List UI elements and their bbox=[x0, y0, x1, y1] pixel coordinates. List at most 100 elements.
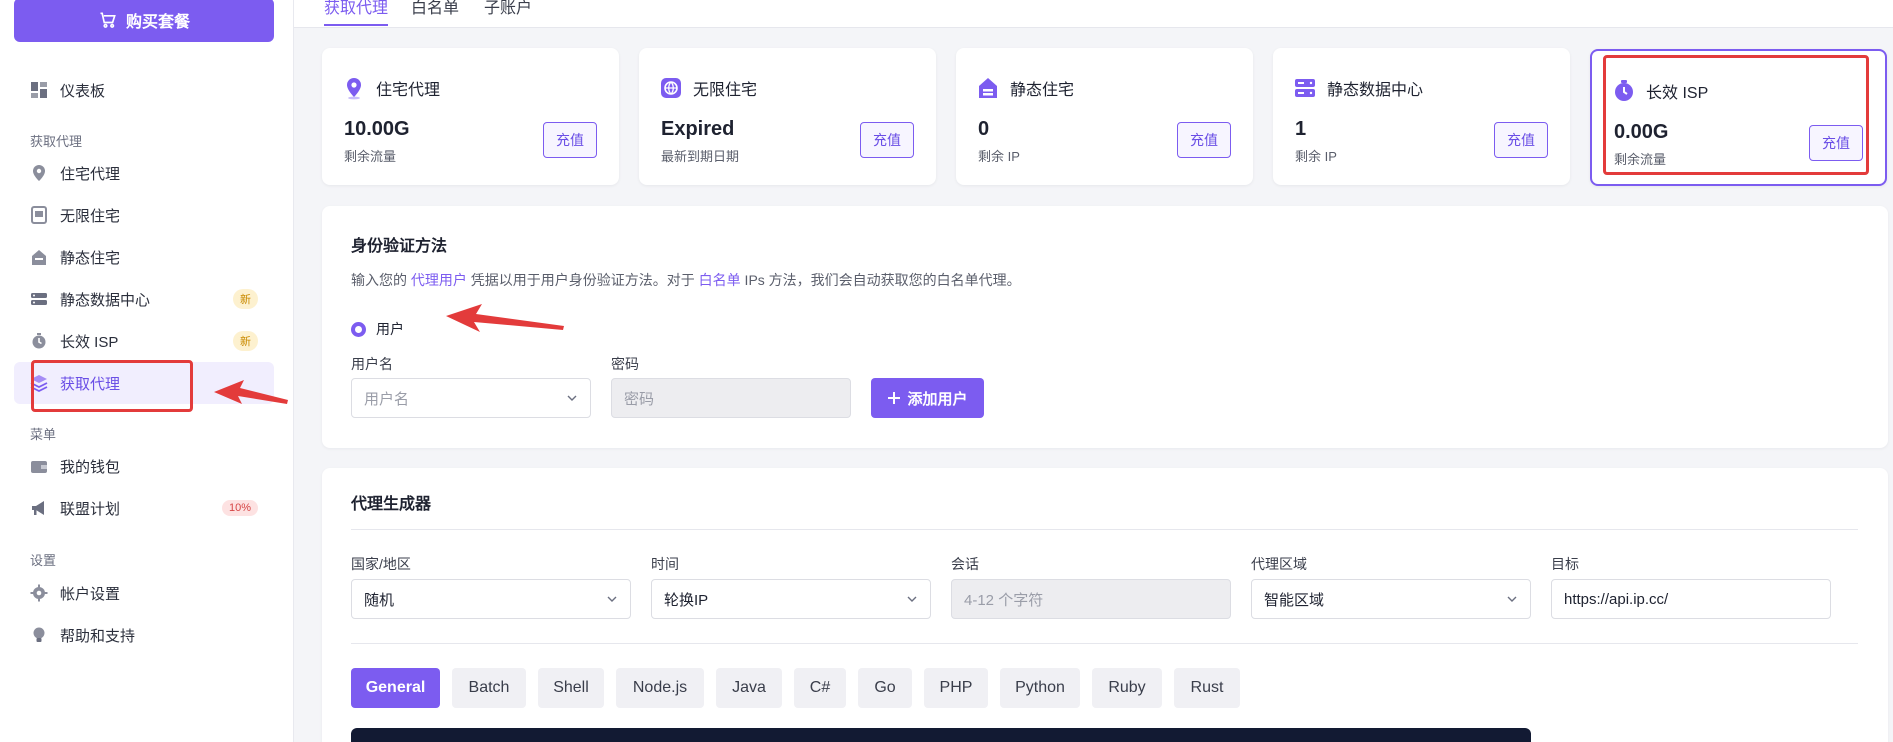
session-field[interactable]: 4-12 个字符 bbox=[951, 579, 1231, 619]
new-badge: 新 bbox=[233, 331, 258, 351]
lang-tab-go[interactable]: Go bbox=[858, 668, 912, 708]
section-label-menu: 菜单 bbox=[30, 427, 57, 442]
username-select[interactable]: 用户名 bbox=[351, 378, 591, 418]
plus-icon bbox=[888, 392, 901, 404]
add-user-button[interactable]: 添加用户 bbox=[871, 378, 984, 418]
sidebar-item-label: 静态住宅 bbox=[60, 249, 121, 267]
annotation-arrow-left bbox=[214, 380, 288, 404]
username-placeholder: 用户名 bbox=[364, 390, 410, 408]
cart-icon bbox=[100, 12, 116, 28]
section-label-proxy: 获取代理 bbox=[30, 134, 83, 149]
tab-subaccount[interactable]: 子账户 bbox=[484, 0, 532, 18]
sidebar-item-residential[interactable]: 住宅代理 bbox=[14, 152, 274, 194]
card-title: 住宅代理 bbox=[376, 82, 441, 99]
stopwatch-icon bbox=[30, 332, 48, 350]
divider bbox=[351, 529, 1858, 530]
product-card-residential: 住宅代理 10.00G 剩余流量 充值 bbox=[322, 48, 619, 185]
lang-tab-java[interactable]: Java bbox=[716, 668, 782, 708]
card-subtitle: 剩余 IP bbox=[978, 149, 1020, 164]
sidebar-item-static-datacenter[interactable]: 静态数据中心 新 bbox=[14, 278, 274, 320]
recharge-button[interactable]: 充值 bbox=[1494, 122, 1548, 158]
lang-tab-shell[interactable]: Shell bbox=[538, 668, 604, 708]
whitelist-link[interactable]: 白名单 bbox=[699, 272, 741, 288]
lang-tab-php[interactable]: PHP bbox=[924, 668, 988, 708]
session-label: 会话 bbox=[951, 556, 979, 572]
house-icon bbox=[976, 76, 1000, 100]
card-title: 无限住宅 bbox=[693, 82, 758, 99]
card-value: 10.00G bbox=[344, 118, 410, 140]
location-pin-icon bbox=[30, 164, 48, 182]
section-label-settings: 设置 bbox=[30, 553, 57, 568]
recharge-button[interactable]: 充值 bbox=[860, 122, 914, 158]
password-label: 密码 bbox=[611, 356, 639, 372]
sidebar-item-isp[interactable]: 长效 ISP 新 bbox=[14, 320, 274, 362]
auth-description: 输入您的 代理用户 凭据以用于用户身份验证方法。对于 白名单 IPs 方法，我们… bbox=[351, 270, 1021, 290]
lang-tab-batch[interactable]: Batch bbox=[452, 668, 526, 708]
lang-tab-csharp[interactable]: C# bbox=[794, 668, 846, 708]
product-card-static-residential: 静态住宅 0 剩余 IP 充值 bbox=[956, 48, 1253, 185]
card-subtitle: 剩余 IP bbox=[1295, 149, 1337, 164]
sidebar-item-label: 帐户设置 bbox=[60, 585, 121, 603]
lang-tab-nodejs[interactable]: Node.js bbox=[616, 668, 704, 708]
sidebar-item-help[interactable]: 帮助和支持 bbox=[14, 614, 274, 656]
card-title: 静态住宅 bbox=[1010, 82, 1075, 99]
location-pin-icon bbox=[342, 76, 366, 100]
sidebar-item-dashboard[interactable]: 仪表板 bbox=[14, 69, 274, 111]
megaphone-icon bbox=[30, 499, 48, 517]
sidebar-item-label: 我的钱包 bbox=[60, 458, 121, 476]
chevron-down-icon bbox=[607, 596, 617, 602]
desc-text: IPs 方法，我们会自动获取您的白名单代理。 bbox=[740, 272, 1021, 288]
time-select[interactable]: 轮换IP bbox=[651, 579, 931, 619]
country-label: 国家/地区 bbox=[351, 556, 411, 572]
password-field[interactable]: 密码 bbox=[611, 378, 851, 418]
divider bbox=[351, 643, 1858, 644]
wallet-icon bbox=[30, 457, 48, 475]
sidebar-item-affiliate[interactable]: 联盟计划 10% bbox=[14, 487, 274, 529]
annotation-arrow-left bbox=[446, 304, 564, 332]
sidebar-item-label: 住宅代理 bbox=[60, 165, 121, 183]
annotation-highlight-box bbox=[31, 360, 193, 412]
lang-tab-python[interactable]: Python bbox=[1000, 668, 1080, 708]
tab-get-proxy[interactable]: 获取代理 bbox=[324, 0, 389, 26]
card-subtitle: 剩余流量 bbox=[344, 149, 397, 164]
sidebar-item-static-residential[interactable]: 静态住宅 bbox=[14, 236, 274, 278]
percent-badge: 10% bbox=[221, 500, 258, 516]
sidebar-item-unlimited[interactable]: 无限住宅 bbox=[14, 194, 274, 236]
sidebar-item-wallet[interactable]: 我的钱包 bbox=[14, 445, 274, 487]
lang-tab-ruby[interactable]: Ruby bbox=[1092, 668, 1162, 708]
recharge-button[interactable]: 充值 bbox=[543, 122, 597, 158]
recharge-button[interactable]: 充值 bbox=[1177, 122, 1231, 158]
dashboard-icon bbox=[30, 81, 48, 99]
username-label: 用户名 bbox=[351, 356, 393, 372]
add-user-label: 添加用户 bbox=[907, 390, 968, 408]
zone-select[interactable]: 智能区域 bbox=[1251, 579, 1531, 619]
buy-plan-button[interactable]: 购买套餐 bbox=[14, 0, 274, 42]
tab-whitelist[interactable]: 白名单 bbox=[411, 0, 459, 18]
target-input[interactable]: https://api.ip.cc/ bbox=[1551, 579, 1831, 619]
proxy-user-link[interactable]: 代理用户 bbox=[411, 272, 467, 288]
country-select[interactable]: 随机 bbox=[351, 579, 631, 619]
annotation-highlight-box bbox=[1603, 55, 1869, 175]
card-value: 0 bbox=[978, 118, 990, 140]
sidebar-item-label: 长效 ISP bbox=[60, 333, 119, 351]
sidebar-item-label: 无限住宅 bbox=[60, 207, 121, 225]
new-badge: 新 bbox=[233, 289, 258, 309]
sidebar-item-label: 静态数据中心 bbox=[60, 291, 151, 309]
radio-user[interactable]: 用户 bbox=[351, 319, 404, 339]
zone-value: 智能区域 bbox=[1264, 591, 1325, 609]
sidebar-item-label: 联盟计划 bbox=[60, 500, 121, 518]
code-output-block bbox=[351, 728, 1531, 742]
lang-tab-rust[interactable]: Rust bbox=[1174, 668, 1240, 708]
radio-dot-icon bbox=[351, 321, 366, 337]
card-value: Expired bbox=[661, 118, 735, 140]
globe-icon bbox=[659, 76, 683, 100]
auth-title: 身份验证方法 bbox=[351, 238, 448, 255]
time-value: 轮换IP bbox=[664, 591, 709, 609]
server-icon bbox=[1293, 76, 1317, 100]
desc-text: 凭据以用于用户身份验证方法。对于 bbox=[466, 272, 699, 288]
sidebar-item-account-settings[interactable]: 帐户设置 bbox=[14, 572, 274, 614]
id-card-icon bbox=[30, 206, 48, 224]
chevron-down-icon bbox=[567, 395, 577, 401]
lang-tab-general[interactable]: General bbox=[351, 668, 440, 708]
server-icon bbox=[30, 290, 48, 308]
